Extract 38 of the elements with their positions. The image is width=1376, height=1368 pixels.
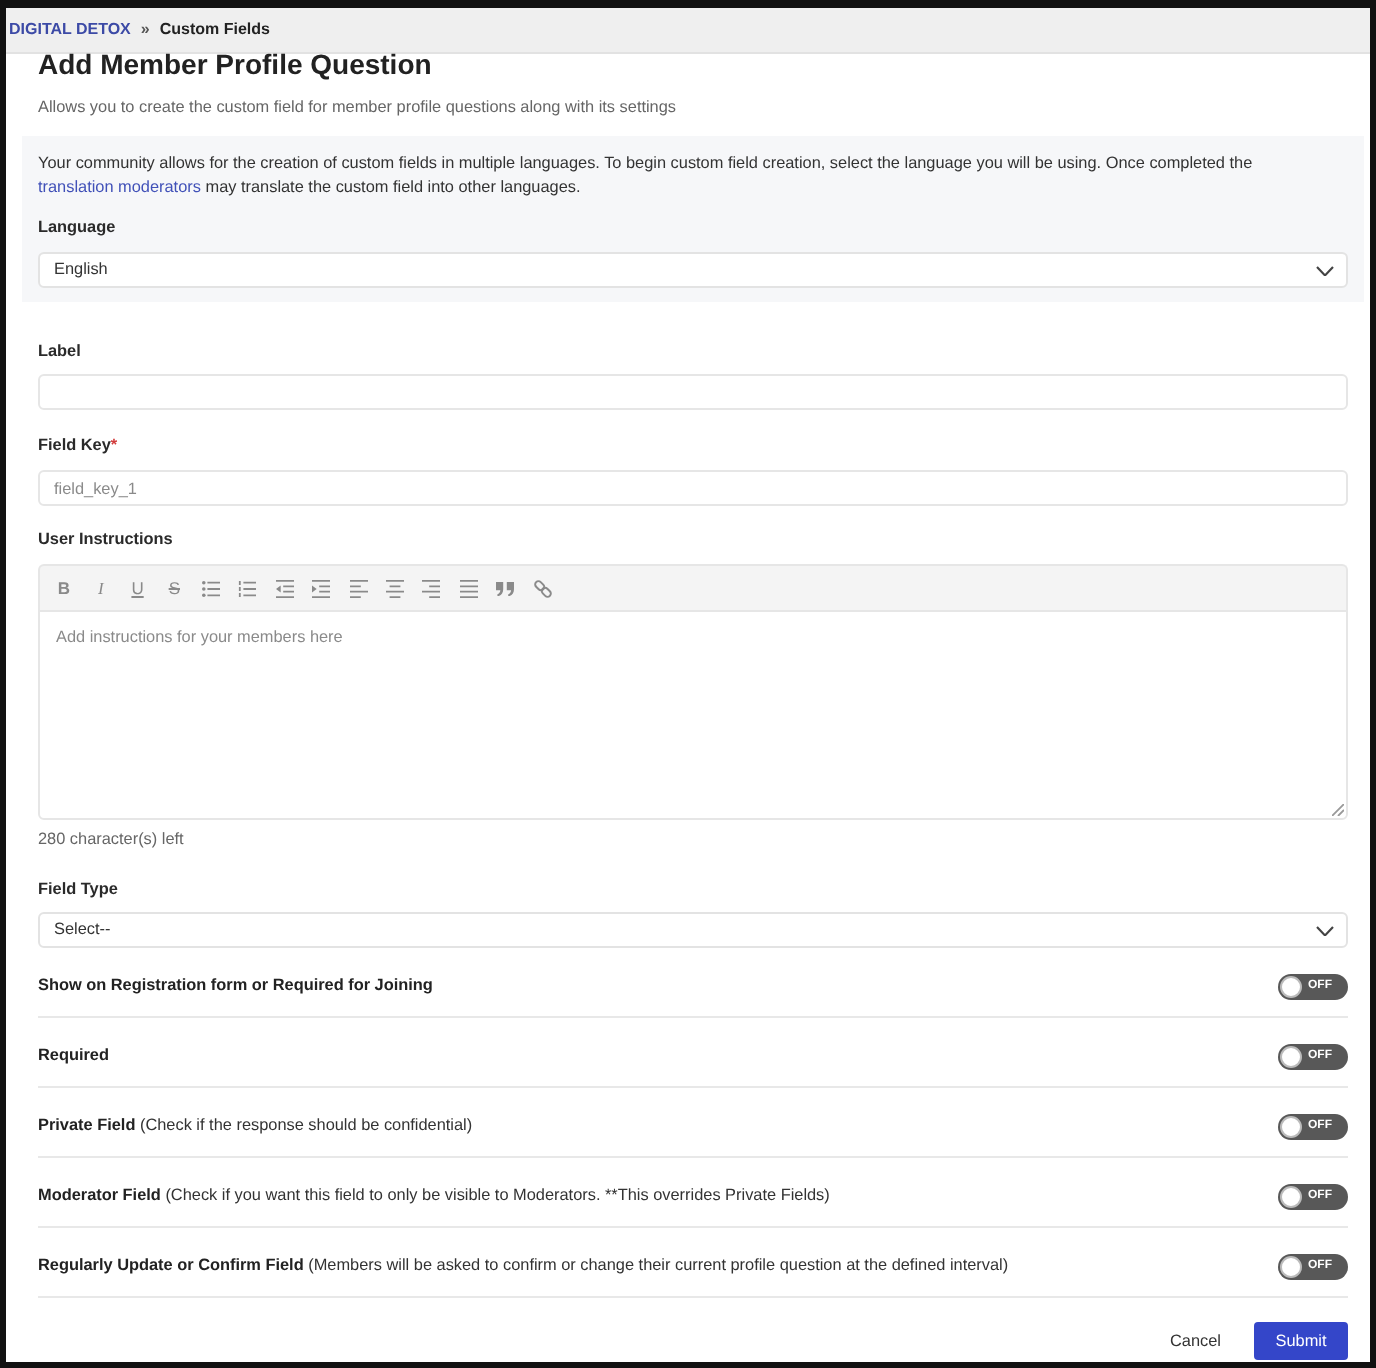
character-counter: 280 character(s) left xyxy=(38,828,186,853)
field-type-dropdown[interactable]: Select-- xyxy=(38,912,1348,949)
field-label: Field Type xyxy=(38,878,120,903)
field-label: Field Key* xyxy=(38,434,120,459)
bullet-list-icon[interactable] xyxy=(202,579,221,598)
chevron-down-icon xyxy=(1316,265,1334,277)
toggle-label: Required xyxy=(38,1044,109,1069)
resize-grip-icon[interactable] xyxy=(1332,804,1344,817)
cancel-button[interactable]: Cancel xyxy=(1170,1329,1221,1354)
inline-link[interactable]: translation moderators xyxy=(38,178,201,197)
justify-icon[interactable] xyxy=(459,579,478,598)
outdent-icon[interactable] xyxy=(275,579,294,598)
field-label: User Instructions xyxy=(38,528,175,553)
chevron-down-icon xyxy=(1316,925,1334,937)
label-input[interactable] xyxy=(38,374,1348,411)
page-title: Add Member Profile Question xyxy=(38,50,434,78)
link-icon[interactable] xyxy=(533,579,552,598)
toggle-label: Private Field (Check if the response should be confidential) xyxy=(38,1114,473,1139)
field-label: Language xyxy=(38,216,118,241)
breadcrumb-current: Custom Fields xyxy=(159,18,270,42)
language-dropdown[interactable]: English xyxy=(38,252,1348,289)
page-subtitle: Allows you to create the custom field for member profile questions along with its settings xyxy=(38,96,679,120)
toggle-label: Show on Registration form or Required for Joining xyxy=(38,974,433,999)
indent-icon[interactable] xyxy=(312,579,331,598)
submit-button[interactable]: Submit xyxy=(1254,1322,1348,1361)
numbered-list-icon[interactable] xyxy=(238,579,257,598)
breadcrumb-separator: » xyxy=(140,18,150,42)
quote-icon[interactable] xyxy=(496,581,515,596)
align-left-icon[interactable] xyxy=(349,579,368,598)
align-center-icon[interactable] xyxy=(386,579,404,598)
info-text: Your community allows for the creation of custom fields in multiple languages. To begin custom field creation, select the language you will be using. Once completed the translation moderators may translate the custom field into other languages. xyxy=(38,152,1255,201)
instructions-textarea[interactable]: Add instructions for your members here xyxy=(38,610,1348,821)
align-right-icon[interactable] xyxy=(422,579,441,598)
field-label: Label xyxy=(38,340,83,365)
toggle-label: Regularly Update or Confirm Field (Members will be asked to confirm or change their current profile question at the defined interval) xyxy=(38,1254,1009,1279)
field-key-input[interactable]: field_key_1 xyxy=(38,470,1348,507)
toggle-label: Moderator Field (Check if you want this field to only be visible to Moderators. **This overrides Private Fields) xyxy=(38,1184,830,1209)
breadcrumb-link[interactable]: DIGITAL DETOX xyxy=(9,18,131,42)
